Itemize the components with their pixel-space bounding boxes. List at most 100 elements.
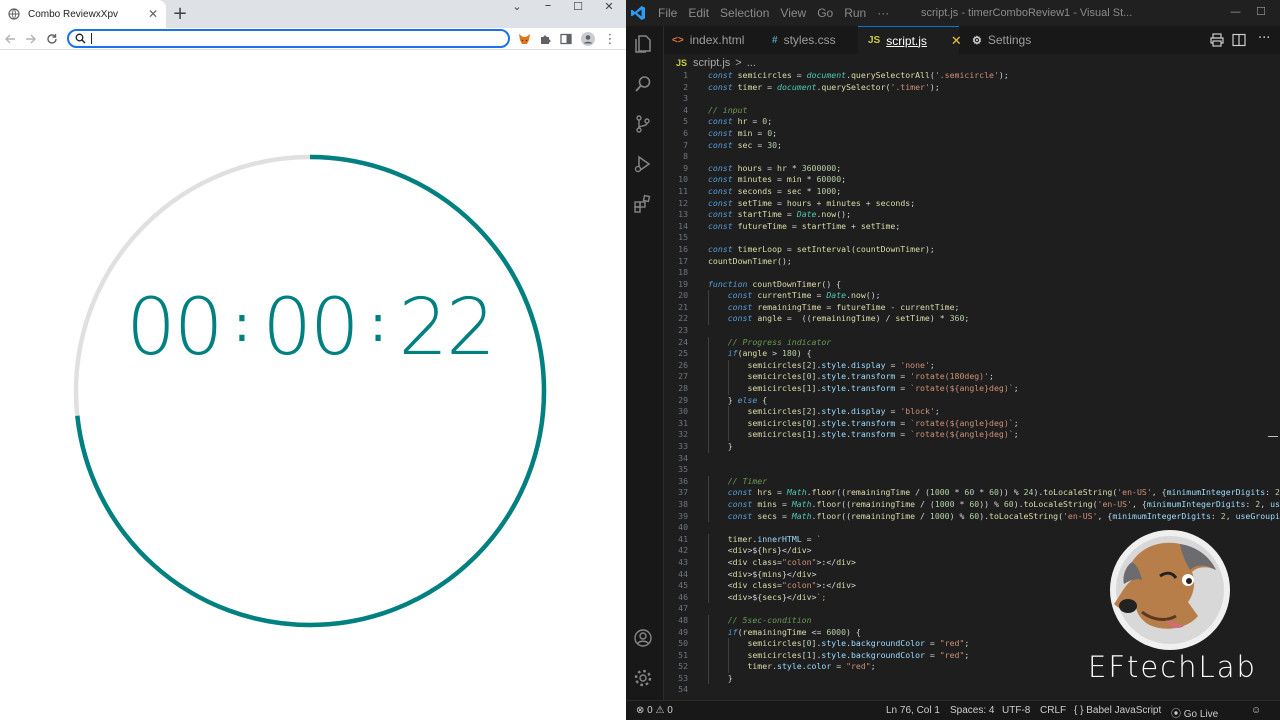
- code-line[interactable]: 3: [664, 93, 1280, 105]
- run-debug-icon[interactable]: [633, 154, 653, 174]
- code-line[interactable]: 25 if(angle > 180) {: [664, 348, 1280, 360]
- code-line[interactable]: 33 }: [664, 441, 1280, 453]
- code-line[interactable]: 24 // Progress indicator: [664, 336, 1280, 349]
- code-line[interactable]: 1 const semicircles = document.querySelec…: [664, 70, 1280, 82]
- new-tab-button[interactable]: +: [170, 4, 190, 24]
- files-icon[interactable]: [633, 34, 653, 54]
- code-line[interactable]: 20 const currentTime = Date.now();: [664, 290, 1280, 302]
- menu-selection[interactable]: Selection: [720, 6, 769, 20]
- menu-file[interactable]: File: [658, 6, 677, 20]
- line-number: 47: [678, 603, 688, 614]
- printer-icon[interactable]: [1210, 33, 1224, 47]
- close-icon[interactable]: ✕: [951, 33, 962, 49]
- code-line[interactable]: 11 const seconds = sec * 1000;: [664, 186, 1280, 198]
- minimize-button[interactable]: –: [533, 0, 563, 14]
- code-line[interactable]: 17 countDownTimer();: [664, 256, 1280, 268]
- forward-button[interactable]: [23, 30, 39, 48]
- code-line[interactable]: 14 const futureTime = startTime + setTime…: [664, 221, 1280, 233]
- code-line[interactable]: 22 const angle = ((remainingTime) / setT…: [664, 313, 1280, 326]
- maximize-button[interactable]: ☐: [1256, 5, 1266, 18]
- code-line[interactable]: 34: [664, 453, 1280, 465]
- line-ending[interactable]: CRLF: [1040, 705, 1066, 716]
- code-line[interactable]: 31 semicircles[0].style.transform = `rot…: [664, 417, 1280, 430]
- side-panel-button[interactable]: [558, 30, 574, 48]
- extension-metamask[interactable]: [516, 30, 532, 48]
- code-line[interactable]: 2 const timer = document.querySelector('.…: [664, 82, 1280, 94]
- cursor-position[interactable]: Ln 76, Col 1: [886, 705, 940, 716]
- code-line[interactable]: 8: [664, 151, 1280, 163]
- code-line[interactable]: 7 const sec = 30;: [664, 140, 1280, 152]
- code-line[interactable]: 36 // Timer: [664, 475, 1280, 488]
- browser-tab[interactable]: Combo ReviewxXpv ✕: [0, 0, 166, 28]
- close-icon[interactable]: ✕: [148, 7, 158, 21]
- code-text: const hours = hr * 3600000;: [708, 162, 842, 173]
- code-line[interactable]: 5 const hr = 0;: [664, 116, 1280, 128]
- timer-colon: :: [369, 295, 387, 353]
- account-icon[interactable]: [633, 628, 653, 648]
- source-control-icon[interactable]: [633, 114, 653, 134]
- code-line[interactable]: 27 semicircles[0].style.transform = 'rot…: [664, 371, 1280, 384]
- progress-ring-track: [73, 154, 547, 628]
- breadcrumb-symbol[interactable]: ...: [747, 57, 756, 69]
- browser-tab-title: Combo ReviewxXpv: [28, 8, 119, 20]
- more-menu-icon[interactable]: ⋮: [602, 30, 618, 48]
- chevron-down-icon[interactable]: ⌄: [502, 0, 532, 16]
- tab-settings[interactable]: ⚙ Settings: [966, 26, 1056, 54]
- more-actions-icon[interactable]: ···: [1258, 31, 1270, 46]
- gear-icon[interactable]: [633, 668, 653, 688]
- code-line[interactable]: 13 const startTime = Date.now();: [664, 209, 1280, 221]
- address-bar[interactable]: [67, 29, 510, 48]
- search-icon[interactable]: [633, 74, 653, 94]
- tab-script-js[interactable]: JS script.js ✕: [858, 26, 962, 54]
- code-line[interactable]: 32 semicircles[1].style.transform = `rot…: [664, 429, 1280, 441]
- code-line[interactable]: 35: [664, 464, 1280, 476]
- line-number: 10: [678, 174, 688, 185]
- code-line[interactable]: 9 const hours = hr * 3600000;: [664, 163, 1280, 175]
- code-line[interactable]: 4 // input: [664, 105, 1280, 117]
- profile-button[interactable]: [580, 30, 596, 48]
- code-line[interactable]: 6 const min = 0;: [664, 128, 1280, 140]
- code-line[interactable]: 10 const minutes = min * 60000;: [664, 174, 1280, 186]
- account-icon[interactable]: ☺: [1251, 705, 1261, 716]
- extensions-icon[interactable]: [633, 194, 653, 214]
- code-line[interactable]: 54: [664, 684, 1280, 696]
- menu-run[interactable]: Run: [844, 6, 866, 20]
- code-text: const remainingTime = futureTime - curre…: [727, 301, 960, 312]
- close-window-button[interactable]: ✕: [594, 0, 624, 16]
- code-line[interactable]: 23: [664, 325, 1280, 337]
- code-line[interactable]: 26 semicircles[2].style.display = 'none'…: [664, 359, 1280, 372]
- code-line[interactable]: 19 function countDownTimer() {: [664, 279, 1280, 291]
- minimize-button[interactable]: —: [1230, 5, 1241, 18]
- code-line[interactable]: 12 const setTime = hours + minutes + seco…: [664, 198, 1280, 210]
- menu-view[interactable]: View: [780, 6, 806, 20]
- problems-indicator[interactable]: ⊗ 0 ⚠ 0: [636, 705, 673, 716]
- indentation[interactable]: Spaces: 4: [950, 705, 994, 716]
- menu-go[interactable]: Go: [817, 6, 833, 20]
- code-line[interactable]: 39 const secs = Math.floor((remainingTim…: [664, 510, 1280, 523]
- code-line[interactable]: 18: [664, 267, 1280, 279]
- menu-more[interactable]: ···: [877, 6, 889, 20]
- code-text: const startTime = Date.now();: [708, 209, 852, 220]
- tab-index-html[interactable]: <> index.html: [672, 26, 762, 54]
- encoding[interactable]: UTF-8: [1002, 705, 1030, 716]
- maximize-button[interactable]: ☐: [563, 0, 593, 16]
- back-button[interactable]: [2, 30, 18, 48]
- language-mode[interactable]: { } Babel JavaScript: [1074, 705, 1161, 716]
- breadcrumb-file[interactable]: script.js: [693, 57, 730, 69]
- go-live-button[interactable]: ⦿ Go Live: [1171, 705, 1218, 720]
- extensions-button[interactable]: [537, 30, 553, 48]
- reload-button[interactable]: [44, 30, 60, 48]
- menu-edit[interactable]: Edit: [688, 6, 709, 20]
- code-line[interactable]: 15: [664, 232, 1280, 244]
- css-file-icon: #: [772, 34, 778, 46]
- split-editor-icon[interactable]: [1232, 33, 1246, 47]
- tab-styles-css[interactable]: # styles.css: [772, 26, 867, 54]
- code-line[interactable]: 38 const mins = Math.floor((remainingTim…: [664, 498, 1280, 511]
- code-line[interactable]: 37 const hrs = Math.floor((remainingTime…: [664, 487, 1280, 499]
- code-line[interactable]: 28 semicircles[1].style.transform = `rot…: [664, 383, 1280, 395]
- code-text: // Progress indicator: [708, 336, 832, 347]
- code-line[interactable]: 21 const remainingTime = futureTime - cu…: [664, 301, 1280, 314]
- code-line[interactable]: 30 semicircles[2].style.display = 'block…: [664, 406, 1280, 418]
- code-line[interactable]: 29 } else {: [664, 394, 1280, 407]
- code-line[interactable]: 16 const timerLoop = setInterval(countDow…: [664, 244, 1280, 256]
